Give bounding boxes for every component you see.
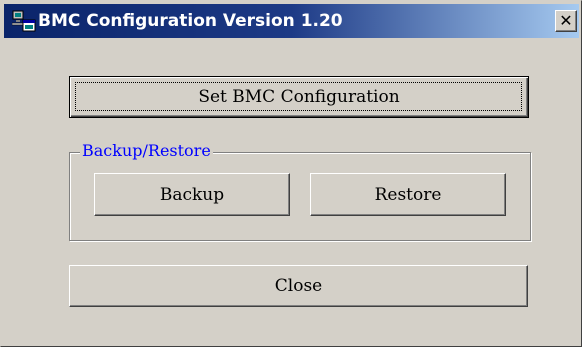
backup-restore-group-label: Backup/Restore <box>80 141 213 160</box>
dialog-window: BMC Configuration Version 1.20 ✕ Set BMC… <box>0 0 582 347</box>
close-icon: ✕ <box>559 11 573 30</box>
close-button[interactable]: Close <box>69 265 528 307</box>
close-window-button[interactable]: ✕ <box>555 10 577 32</box>
computer-window-icon <box>12 10 36 32</box>
window-title: BMC Configuration Version 1.20 <box>38 11 343 31</box>
set-bmc-configuration-label: Set BMC Configuration <box>198 87 400 107</box>
title-bar[interactable]: BMC Configuration Version 1.20 ✕ <box>4 4 579 38</box>
restore-button[interactable]: Restore <box>310 173 506 216</box>
restore-label: Restore <box>374 184 442 205</box>
backup-button[interactable]: Backup <box>94 173 290 216</box>
set-bmc-configuration-button[interactable]: Set BMC Configuration <box>69 76 529 118</box>
close-label: Close <box>274 276 323 296</box>
backup-label: Backup <box>159 184 225 205</box>
